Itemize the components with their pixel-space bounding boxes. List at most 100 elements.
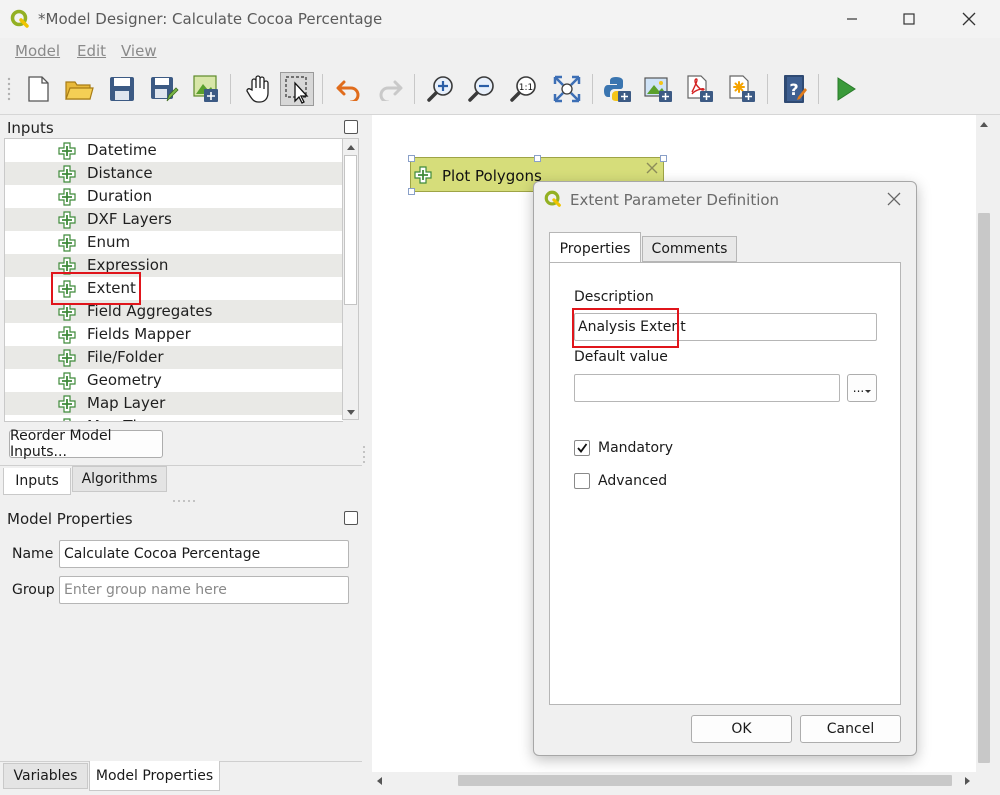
model-name-value: Calculate Cocoa Percentage (64, 546, 261, 562)
menu-edit[interactable]: Edit (77, 42, 106, 60)
tab-algorithms[interactable]: Algorithms (72, 466, 167, 492)
help-button[interactable]: ? (777, 72, 811, 106)
inputs-panel-title: Inputs (7, 119, 54, 137)
default-value-field[interactable] (574, 374, 840, 402)
input-item-label: Map Theme (87, 417, 175, 421)
node-close-icon[interactable] (645, 161, 659, 175)
tab-model-properties[interactable]: Model Properties (89, 761, 220, 791)
canvas-scroll-right-icon[interactable] (964, 776, 971, 786)
qgis-logo-icon (10, 9, 29, 28)
tab-inputs[interactable]: Inputs (3, 468, 71, 495)
input-item-file-folder[interactable]: File/Folder (5, 346, 343, 369)
pan-button[interactable] (241, 72, 275, 106)
input-item-map-layer[interactable]: Map Layer (5, 392, 343, 415)
input-item-datetime[interactable]: Datetime (5, 139, 343, 162)
zoom-full-button[interactable] (550, 72, 584, 106)
add-parameter-icon (58, 188, 76, 206)
input-item-duration[interactable]: Duration (5, 185, 343, 208)
splitter-grip-h-icon[interactable] (172, 499, 196, 503)
zoom-out-button[interactable] (465, 72, 499, 106)
tab-variables[interactable]: Variables (3, 763, 88, 789)
tab-comments[interactable]: Comments (642, 236, 737, 262)
input-item-enum[interactable]: Enum (5, 231, 343, 254)
scroll-thumb[interactable] (344, 155, 357, 305)
reorder-model-inputs-button[interactable]: Reorder Model Inputs... (9, 428, 163, 460)
canvas-horizontal-scrollbar[interactable] (372, 772, 976, 788)
selection-handle[interactable] (660, 155, 667, 162)
undock-inputs-icon[interactable] (344, 120, 358, 134)
mandatory-label: Mandatory (598, 440, 674, 456)
input-item-label: Duration (87, 187, 153, 205)
mandatory-checkbox[interactable] (574, 440, 590, 456)
input-item-dxf-layers[interactable]: DXF Layers (5, 208, 343, 231)
open-model-button[interactable] (62, 72, 96, 106)
cancel-button[interactable]: Cancel (800, 715, 901, 743)
add-output-icon[interactable] (414, 166, 432, 184)
input-item-label: Map Layer (87, 394, 166, 412)
close-window-button[interactable] (946, 0, 992, 38)
advanced-checkbox[interactable] (574, 473, 590, 489)
splitter-grip-icon[interactable] (362, 445, 366, 465)
input-item-distance[interactable]: Distance (5, 162, 343, 185)
input-item-label: Geometry (87, 371, 162, 389)
select-button[interactable] (280, 72, 314, 106)
help-icon: ? (784, 75, 807, 103)
save-model-button[interactable] (105, 72, 139, 106)
canvas-scroll-up-icon[interactable] (979, 121, 989, 128)
model-properties-title: Model Properties (7, 510, 133, 528)
maximize-button[interactable] (886, 0, 932, 38)
zoom-in-button[interactable] (424, 72, 458, 106)
close-icon (962, 12, 976, 26)
menu-model[interactable]: Model (15, 42, 60, 60)
toolbar-grip-icon (7, 77, 11, 101)
export-pdf-button[interactable] (682, 72, 716, 106)
inputs-list-scrollbar[interactable] (342, 138, 359, 420)
undock-properties-icon[interactable] (344, 511, 358, 525)
export-pdf-icon (687, 75, 713, 102)
model-name-field[interactable]: Calculate Cocoa Percentage (59, 540, 349, 568)
dialog-close-icon[interactable] (887, 192, 901, 206)
menu-view[interactable]: View (121, 42, 157, 60)
highlight-box-description (572, 308, 679, 348)
save-as-button[interactable] (147, 72, 181, 106)
input-item-map-theme[interactable]: Map Theme (5, 415, 343, 421)
export-python-button[interactable] (600, 72, 634, 106)
add-parameter-icon (58, 326, 76, 344)
scroll-down-icon[interactable] (346, 409, 356, 416)
extent-parameter-dialog: Extent Parameter Definition Properties C… (533, 181, 917, 756)
export-image-button[interactable] (641, 72, 675, 106)
export-svg-button[interactable] (724, 72, 758, 106)
selection-handle[interactable] (534, 155, 541, 162)
redo-icon (379, 80, 403, 101)
node-label: Plot Polygons (442, 167, 542, 185)
save-model-icon (110, 77, 134, 101)
undo-button[interactable] (332, 72, 366, 106)
run-model-button[interactable] (828, 72, 862, 106)
zoom-actual-button[interactable]: 1:1 (507, 72, 541, 106)
browse-extent-button[interactable]: ... (847, 374, 877, 402)
new-model-icon (28, 76, 49, 102)
add-parameter-icon (58, 211, 76, 229)
model-group-field[interactable]: Enter group name here (59, 576, 349, 604)
open-model-icon (65, 81, 94, 100)
input-item-label: Distance (87, 164, 153, 182)
input-item-geometry[interactable]: Geometry (5, 369, 343, 392)
menu-bar: Model Edit View (0, 38, 1000, 64)
canvas-vertical-scrollbar[interactable] (976, 115, 992, 772)
qgis-logo-icon (544, 190, 561, 207)
scroll-up-icon[interactable] (346, 144, 356, 151)
run-model-icon (837, 77, 856, 101)
ok-button[interactable]: OK (691, 715, 792, 743)
tab-properties[interactable]: Properties (549, 232, 641, 264)
canvas-vscroll-thumb[interactable] (978, 213, 990, 763)
save-to-project-button[interactable] (189, 72, 223, 106)
canvas-scroll-left-icon[interactable] (376, 776, 383, 786)
minimize-button[interactable] (829, 0, 875, 38)
selection-handle[interactable] (408, 155, 415, 162)
redo-button[interactable] (373, 72, 407, 106)
selection-handle[interactable] (408, 188, 415, 195)
new-model-button[interactable] (21, 72, 55, 106)
input-item-fields-mapper[interactable]: Fields Mapper (5, 323, 343, 346)
group-placeholder: Enter group name here (64, 582, 227, 598)
canvas-hscroll-thumb[interactable] (458, 775, 952, 786)
